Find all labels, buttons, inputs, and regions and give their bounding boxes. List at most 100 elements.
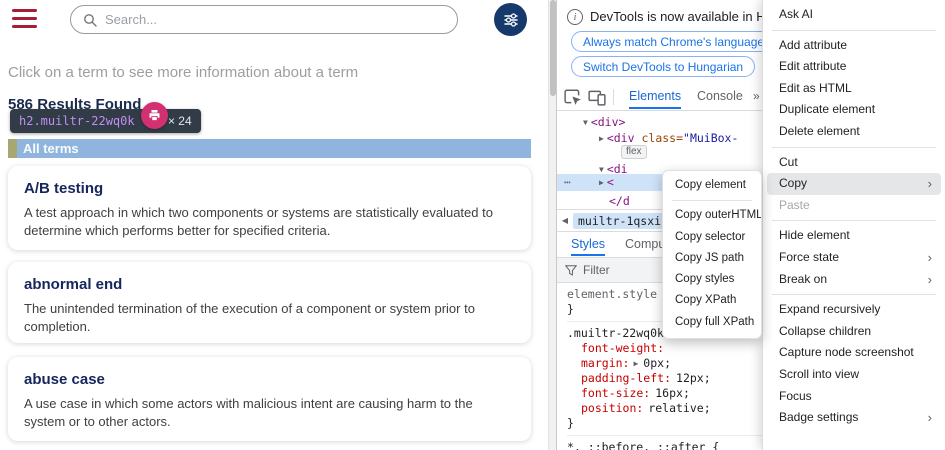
menu-item-edit-as-html[interactable]: Edit as HTML <box>767 78 941 100</box>
more-tabs-icon[interactable]: » <box>753 83 760 110</box>
menu-item-capture-node-screenshot[interactable]: Capture node screenshot <box>767 342 941 364</box>
dom-node[interactable]: ▼<div> <box>583 114 625 130</box>
menu-item-duplicate-element[interactable]: Duplicate element <box>767 99 941 121</box>
menu-item-label: Force state <box>779 250 839 264</box>
menu-item-copy-selector[interactable]: Copy selector <box>663 227 761 248</box>
property-value: 16px; <box>655 386 690 400</box>
page-tagline: Click on a term to see more information … <box>8 64 358 81</box>
menu-item-scroll-into-view[interactable]: Scroll into view <box>767 364 941 386</box>
menu-item-copy-full-xpath[interactable]: Copy full XPath <box>663 312 761 333</box>
screen: Click on a term to see more information … <box>0 0 945 450</box>
property-value: 12px; <box>676 371 711 385</box>
term-title: abuse case <box>24 371 515 388</box>
tab-styles[interactable]: Styles <box>571 232 605 256</box>
menu-item-copy-styles[interactable]: Copy styles <box>663 269 761 290</box>
tab-console[interactable]: Console <box>697 83 743 109</box>
brace: } <box>567 416 574 430</box>
dom-tag: <div> <box>591 115 626 129</box>
menu-item-cut[interactable]: Cut <box>767 152 941 174</box>
menu-item-copy-outerhtml[interactable]: Copy outerHTML <box>663 205 761 226</box>
twisty-collapsed-icon[interactable]: ▶ <box>599 178 604 187</box>
menu-item-label: Break on <box>779 272 827 286</box>
term-definition: A test approach in which two components … <box>24 204 516 241</box>
search-box[interactable] <box>70 5 458 34</box>
menu-item-copy-element[interactable]: Copy element <box>663 175 761 196</box>
shorthand-expander-icon[interactable]: ▶ <box>633 359 638 368</box>
submenu-arrow-icon: › <box>928 407 932 429</box>
node-overflow-menu-icon[interactable]: ⋯ <box>564 174 572 191</box>
menu-item-force-state[interactable]: Force state › <box>767 247 941 269</box>
dom-closing-tag[interactable]: </d <box>609 193 630 209</box>
twisty-expanded-icon[interactable]: ▼ <box>599 165 604 174</box>
menu-item-ask-ai[interactable]: Ask AI <box>767 4 941 26</box>
element-context-menu: Ask AI Add attribute Edit attribute Edit… <box>762 0 945 450</box>
submenu-arrow-icon: › <box>928 247 932 269</box>
dom-tag: </d <box>609 194 630 208</box>
hamburger-menu-icon[interactable] <box>12 9 37 28</box>
menu-item-copy[interactable]: Copy › <box>767 173 941 195</box>
info-icon: i <box>567 9 583 25</box>
tooltip-selector: h2.muiltr-22wq0k <box>19 114 135 128</box>
menu-item-copy-xpath[interactable]: Copy XPath <box>663 290 761 311</box>
menu-separator <box>772 220 936 221</box>
dom-tag: <div <box>607 131 635 145</box>
menu-item-delete-element[interactable]: Delete element <box>767 121 941 143</box>
menu-item-expand-recursively[interactable]: Expand recursively <box>767 299 941 321</box>
menu-item-label: Copy <box>779 176 807 190</box>
property-name: font-weight: <box>581 341 664 355</box>
twisty-collapsed-icon[interactable]: ▶ <box>599 134 604 143</box>
funnel-icon <box>565 265 577 276</box>
term-title: abnormal end <box>24 276 515 293</box>
term-definition: The unintended termination of the execut… <box>24 300 516 337</box>
filter-settings-button[interactable] <box>494 3 527 36</box>
print-button[interactable] <box>141 102 168 129</box>
menu-item-paste: Paste <box>767 195 941 217</box>
section-header-label: All terms <box>17 139 531 158</box>
menu-item-focus[interactable]: Focus <box>767 386 941 408</box>
term-card-ab-testing[interactable]: A/B testing A test approach in which two… <box>8 166 531 250</box>
property-name: font-size: <box>581 386 650 400</box>
property-value: relative; <box>648 401 710 415</box>
page-scrollbar[interactable] <box>548 0 556 450</box>
css-selector: element.style <box>567 287 657 301</box>
property-value: 0px; <box>643 356 671 370</box>
menu-separator <box>772 147 936 148</box>
breadcrumb-scroll-left-icon[interactable]: ◀ <box>557 216 573 225</box>
inspect-padding-highlight <box>8 139 17 158</box>
menu-item-edit-attribute[interactable]: Edit attribute <box>767 56 941 78</box>
search-input[interactable] <box>105 12 445 27</box>
dom-attr-name: class= <box>641 131 683 145</box>
brace: { <box>712 440 719 450</box>
device-toolbar-icon[interactable] <box>588 88 606 106</box>
menu-item-hide-element[interactable]: Hide element <box>767 225 941 247</box>
menu-item-add-attribute[interactable]: Add attribute <box>767 35 941 57</box>
menu-item-collapse-children[interactable]: Collapse children <box>767 321 941 343</box>
copy-submenu: Copy element Copy outerHTML Copy selecto… <box>662 170 762 339</box>
hamburger-bar <box>12 17 37 20</box>
term-card-abuse-case[interactable]: abuse case A use case in which some acto… <box>8 357 531 441</box>
dom-node[interactable]: ▶<div class="MuiBox- <box>599 130 738 146</box>
submenu-arrow-icon: › <box>928 173 932 195</box>
hamburger-bar <box>12 9 37 12</box>
menu-separator <box>772 30 936 31</box>
flex-badge[interactable]: flex <box>621 145 647 159</box>
term-card-abnormal-end[interactable]: abnormal end The unintended termination … <box>8 262 531 343</box>
dom-attr-value: "MuiBox- <box>683 131 738 145</box>
inspect-element-icon[interactable] <box>564 88 582 106</box>
property-name: position: <box>581 401 643 415</box>
tab-elements[interactable]: Elements <box>629 83 681 109</box>
glossary-page: Click on a term to see more information … <box>0 0 556 450</box>
property-name: padding-left: <box>581 371 671 385</box>
menu-separator <box>672 200 752 201</box>
menu-item-copy-js-path[interactable]: Copy JS path <box>663 248 761 269</box>
menu-item-badge-settings[interactable]: Badge settings› <box>767 407 941 429</box>
menu-item-break-on[interactable]: Break on› <box>767 269 941 291</box>
match-chrome-language-button[interactable]: Always match Chrome's language <box>571 31 776 52</box>
css-selector: *, ::before, ::after <box>567 440 705 450</box>
sliders-icon <box>503 12 519 28</box>
switch-devtools-hungarian-button[interactable]: Switch DevTools to Hungarian <box>571 56 755 77</box>
tabbar-divider <box>613 89 614 105</box>
property-name: margin: <box>581 356 629 370</box>
twisty-expanded-icon[interactable]: ▼ <box>583 118 588 127</box>
brace: } <box>567 302 574 316</box>
